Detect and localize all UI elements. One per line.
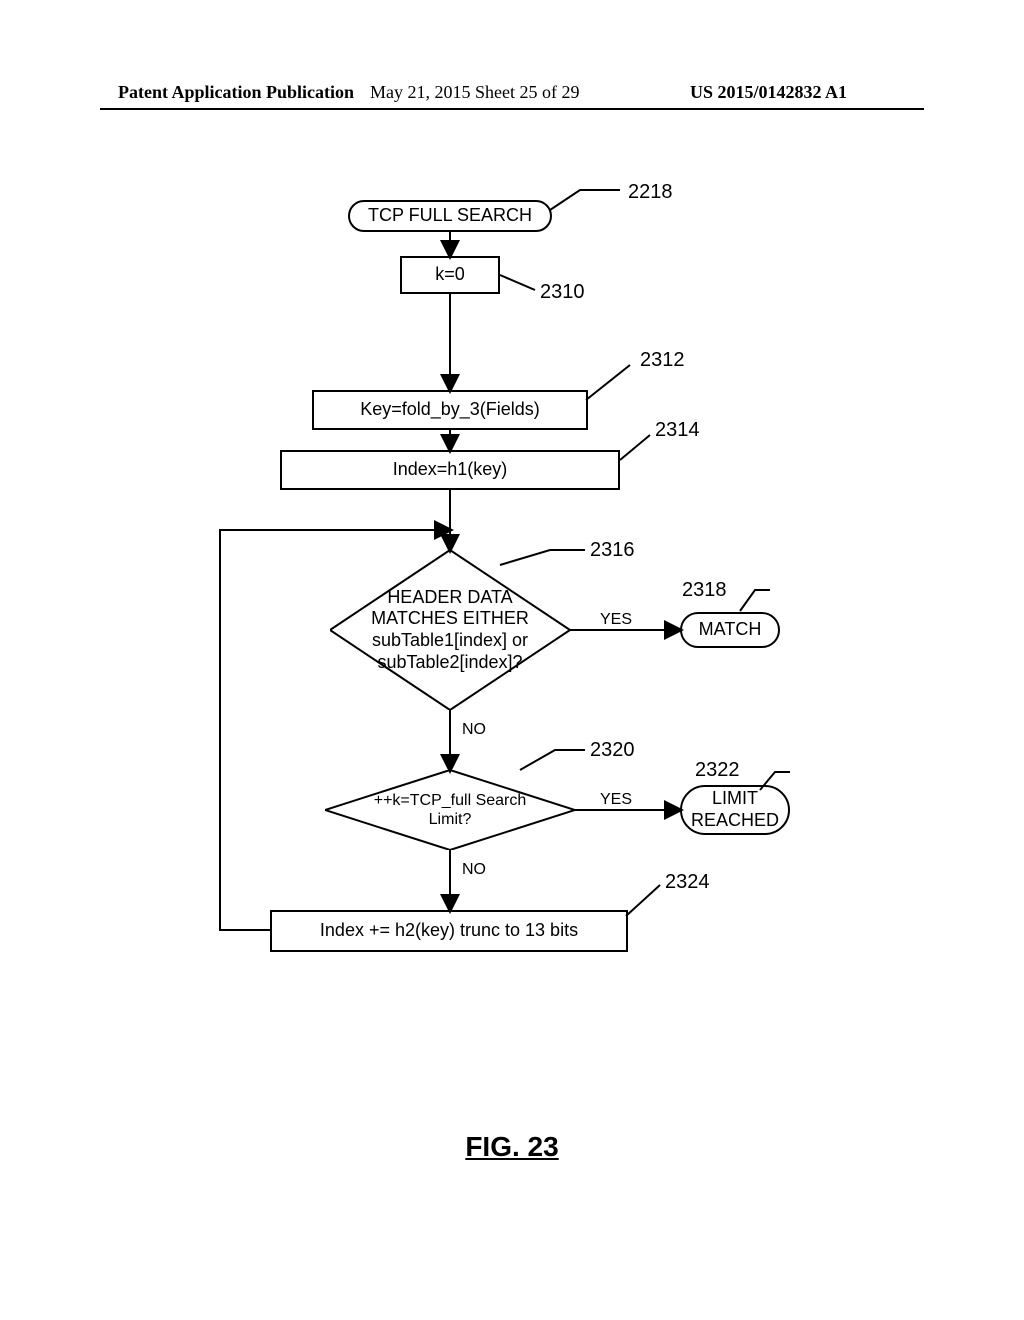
- header-mid: May 21, 2015 Sheet 25 of 29: [370, 82, 579, 103]
- edge-2320-yes: YES: [600, 790, 632, 809]
- process-2310: k=0: [400, 256, 500, 294]
- ref-2324: 2324: [665, 870, 710, 894]
- terminator-start: TCP FULL SEARCH: [348, 200, 552, 232]
- ref-2312: 2312: [640, 348, 685, 372]
- flowchart-canvas: TCP FULL SEARCH 2218 k=0 2310 Key=fold_b…: [0, 160, 1024, 1160]
- decision-2316: HEADER DATA MATCHES EITHER subTable1[ind…: [330, 550, 570, 710]
- figure-caption: FIG. 23: [0, 1130, 1024, 1164]
- terminator-match: MATCH: [680, 612, 780, 648]
- process-2312-text: Key=fold_by_3(Fields): [360, 399, 540, 421]
- process-2314: Index=h1(key): [280, 450, 620, 490]
- process-2324-text: Index += h2(key) trunc to 13 bits: [320, 920, 578, 942]
- header-left: Patent Application Publication: [118, 82, 354, 103]
- terminator-match-text: MATCH: [699, 619, 762, 641]
- ref-2316: 2316: [590, 538, 635, 562]
- terminator-limit-text: LIMIT REACHED: [691, 788, 779, 831]
- edge-2320-no: NO: [462, 860, 486, 879]
- header-right: US 2015/0142832 A1: [690, 82, 847, 103]
- ref-2318: 2318: [682, 578, 727, 602]
- terminator-limit: LIMIT REACHED: [680, 785, 790, 835]
- ref-2218: 2218: [628, 180, 673, 204]
- process-2310-text: k=0: [435, 264, 465, 286]
- process-2312: Key=fold_by_3(Fields): [312, 390, 588, 430]
- header-rule: [100, 108, 924, 110]
- ref-2320: 2320: [590, 738, 635, 762]
- decision-2320-text: ++k=TCP_full Search Limit?: [350, 791, 550, 829]
- decision-2320: ++k=TCP_full Search Limit?: [325, 770, 575, 850]
- terminator-start-text: TCP FULL SEARCH: [368, 205, 532, 227]
- decision-2316-text: HEADER DATA MATCHES EITHER subTable1[ind…: [354, 587, 546, 673]
- edge-2316-no: NO: [462, 720, 486, 739]
- process-2324: Index += h2(key) trunc to 13 bits: [270, 910, 628, 952]
- edge-2316-yes: YES: [600, 610, 632, 629]
- ref-2310: 2310: [540, 280, 585, 304]
- process-2314-text: Index=h1(key): [393, 459, 508, 481]
- ref-2322: 2322: [695, 758, 740, 782]
- ref-2314: 2314: [655, 418, 700, 442]
